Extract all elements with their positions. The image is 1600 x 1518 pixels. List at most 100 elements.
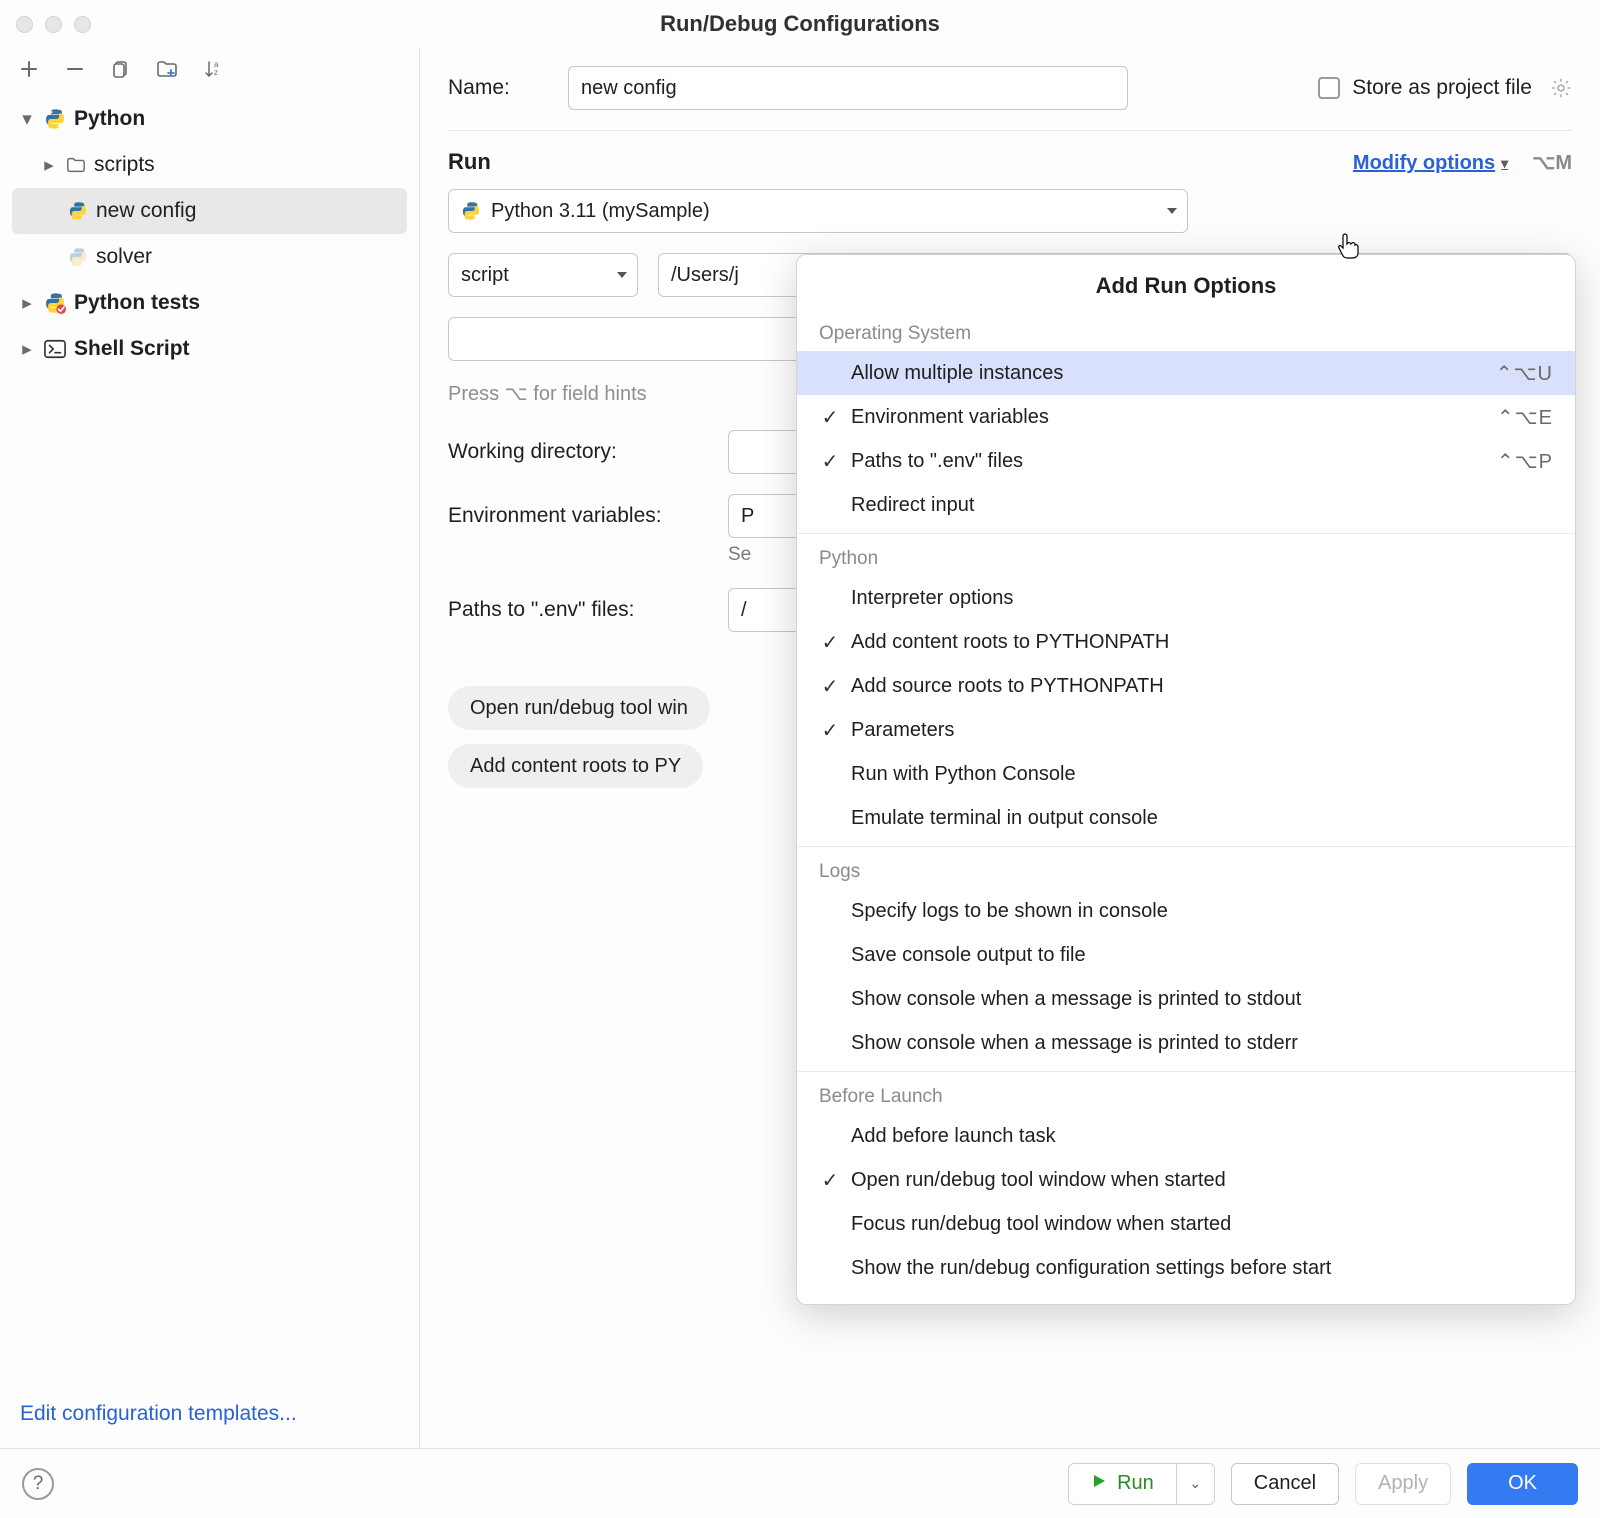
script-mode-select[interactable]: script bbox=[448, 253, 638, 297]
popup-item[interactable]: Specify logs to be shown in console bbox=[797, 889, 1575, 933]
popup-item[interactable]: Show console when a message is printed t… bbox=[797, 1021, 1575, 1065]
interpreter-select[interactable]: Python 3.11 (mySample) bbox=[448, 189, 1188, 233]
tree-label: Shell Script bbox=[74, 337, 190, 361]
popup-item-label: Add source roots to PYTHONPATH bbox=[851, 675, 1164, 698]
tree-label: Python bbox=[74, 107, 145, 131]
popup-item[interactable]: Show the run/debug configuration setting… bbox=[797, 1246, 1575, 1290]
run-split-button[interactable]: ⌄ bbox=[1177, 1463, 1215, 1505]
popup-item-label: Emulate terminal in output console bbox=[851, 807, 1158, 830]
cancel-button[interactable]: Cancel bbox=[1231, 1463, 1339, 1505]
gear-icon[interactable] bbox=[1550, 77, 1572, 99]
popup-item-label: Redirect input bbox=[851, 494, 974, 517]
terminal-icon bbox=[44, 339, 66, 359]
store-as-project-checkbox[interactable] bbox=[1318, 77, 1340, 99]
popup-item[interactable]: Emulate terminal in output console bbox=[797, 796, 1575, 840]
sort-config-icon[interactable]: az bbox=[202, 58, 224, 80]
chevron-down-icon: ⌄ bbox=[1189, 1475, 1201, 1492]
check-icon: ✓ bbox=[819, 630, 841, 655]
python-icon bbox=[44, 108, 66, 130]
tree-node-new-config[interactable]: new config bbox=[12, 188, 407, 234]
edit-templates-link[interactable]: Edit configuration templates... bbox=[0, 1386, 419, 1448]
python-icon bbox=[68, 201, 88, 221]
popup-item-label: Save console output to file bbox=[851, 944, 1086, 967]
check-icon: ✓ bbox=[819, 449, 841, 474]
popup-group-label: Logs bbox=[797, 853, 1575, 889]
chevron-right-icon: ▸ bbox=[18, 292, 36, 315]
close-window-icon[interactable] bbox=[16, 16, 33, 33]
python-icon bbox=[68, 247, 88, 267]
modify-options-link[interactable]: Modify options ▾ bbox=[1353, 152, 1508, 175]
popup-item[interactable]: Show console when a message is printed t… bbox=[797, 977, 1575, 1021]
check-icon: ✓ bbox=[819, 1168, 841, 1193]
popup-item[interactable]: Redirect input bbox=[797, 483, 1575, 527]
copy-config-icon[interactable] bbox=[110, 58, 132, 80]
folder-icon bbox=[66, 156, 86, 174]
popup-item[interactable]: Add before launch task bbox=[797, 1114, 1575, 1158]
popup-group-label: Before Launch bbox=[797, 1078, 1575, 1114]
popup-item-label: Open run/debug tool window when started bbox=[851, 1169, 1226, 1192]
popup-item[interactable]: Run with Python Console bbox=[797, 752, 1575, 796]
svg-text:z: z bbox=[214, 68, 218, 77]
option-pill-open-tool[interactable]: Open run/debug tool win bbox=[448, 686, 710, 730]
popup-item-label: Specify logs to be shown in console bbox=[851, 900, 1168, 923]
popup-item[interactable]: ✓ Parameters bbox=[797, 708, 1575, 752]
check-icon: ✓ bbox=[819, 718, 841, 743]
help-icon[interactable]: ? bbox=[22, 1468, 54, 1500]
tree-label: solver bbox=[96, 245, 152, 269]
name-label: Name: bbox=[448, 76, 548, 100]
popup-item-label: Run with Python Console bbox=[851, 763, 1076, 786]
ok-button[interactable]: OK bbox=[1467, 1463, 1578, 1505]
popup-item[interactable]: Allow multiple instances⌃⌥U bbox=[797, 351, 1575, 395]
popup-group-label: Python bbox=[797, 540, 1575, 576]
add-config-icon[interactable] bbox=[18, 58, 40, 80]
popup-item-label: Show console when a message is printed t… bbox=[851, 988, 1301, 1011]
titlebar: Run/Debug Configurations bbox=[0, 0, 1600, 48]
popup-group-label: Operating System bbox=[797, 315, 1575, 351]
run-button[interactable]: Run bbox=[1068, 1463, 1177, 1505]
popup-item[interactable]: ✓Add source roots to PYTHONPATH bbox=[797, 664, 1575, 708]
popup-item-label: Parameters bbox=[851, 719, 954, 742]
config-tree: ▾ Python ▸ scripts new config bbox=[0, 90, 419, 1386]
tree-label: scripts bbox=[94, 153, 155, 177]
tree-label: Python tests bbox=[74, 291, 200, 315]
play-icon bbox=[1091, 1472, 1107, 1495]
chevron-down-icon: ▾ bbox=[18, 108, 36, 131]
minimize-window-icon[interactable] bbox=[45, 16, 62, 33]
popup-item-label: Add before launch task bbox=[851, 1125, 1056, 1148]
popup-item[interactable]: ✓Add content roots to PYTHONPATH bbox=[797, 620, 1575, 664]
tree-node-python[interactable]: ▾ Python bbox=[12, 96, 407, 142]
env-files-label: Paths to ".env" files: bbox=[448, 598, 708, 622]
tree-node-shell-script[interactable]: ▸ Shell Script bbox=[12, 326, 407, 372]
popup-item-label: Interpreter options bbox=[851, 587, 1013, 610]
dialog-footer: ? Run ⌄ Cancel Apply OK bbox=[0, 1448, 1600, 1518]
popup-item[interactable]: ✓ Paths to ".env" files ⌃⌥P bbox=[797, 439, 1575, 483]
tree-node-python-tests[interactable]: ▸ Python tests bbox=[12, 280, 407, 326]
name-input[interactable]: new config bbox=[568, 66, 1128, 110]
popup-item[interactable]: Interpreter options bbox=[797, 576, 1575, 620]
popup-item-label: Environment variables bbox=[851, 406, 1049, 429]
run-section-title: Run bbox=[448, 149, 491, 175]
python-tests-icon bbox=[44, 292, 66, 314]
tree-label: new config bbox=[96, 199, 196, 223]
popup-item-shortcut: ⌃⌥P bbox=[1497, 449, 1553, 474]
chevron-down-icon: ▾ bbox=[1501, 155, 1508, 172]
popup-item[interactable]: ✓ Open run/debug tool window when started bbox=[797, 1158, 1575, 1202]
popup-item-label: Paths to ".env" files bbox=[851, 450, 1023, 473]
add-run-options-popup: Add Run Options Operating SystemAllow mu… bbox=[796, 254, 1576, 1305]
sidebar-toolbar: az bbox=[0, 48, 419, 90]
tree-node-solver[interactable]: solver bbox=[12, 234, 407, 280]
folder-config-icon[interactable] bbox=[156, 58, 178, 80]
env-separate-hint: Se bbox=[728, 544, 751, 566]
remove-config-icon[interactable] bbox=[64, 58, 86, 80]
zoom-window-icon[interactable] bbox=[74, 16, 91, 33]
popup-item-label: Focus run/debug tool window when started bbox=[851, 1213, 1231, 1236]
popup-item[interactable]: ✓Environment variables⌃⌥E bbox=[797, 395, 1575, 439]
chevron-right-icon: ▸ bbox=[40, 154, 58, 177]
apply-button[interactable]: Apply bbox=[1355, 1463, 1451, 1505]
option-pill-content-roots[interactable]: Add content roots to PY bbox=[448, 744, 703, 788]
tree-node-scripts[interactable]: ▸ scripts bbox=[12, 142, 407, 188]
popup-item[interactable]: Focus run/debug tool window when started bbox=[797, 1202, 1575, 1246]
popup-item-shortcut: ⌃⌥E bbox=[1497, 405, 1553, 430]
config-sidebar: az ▾ Python ▸ scripts bbox=[0, 48, 420, 1448]
popup-item[interactable]: Save console output to file bbox=[797, 933, 1575, 977]
